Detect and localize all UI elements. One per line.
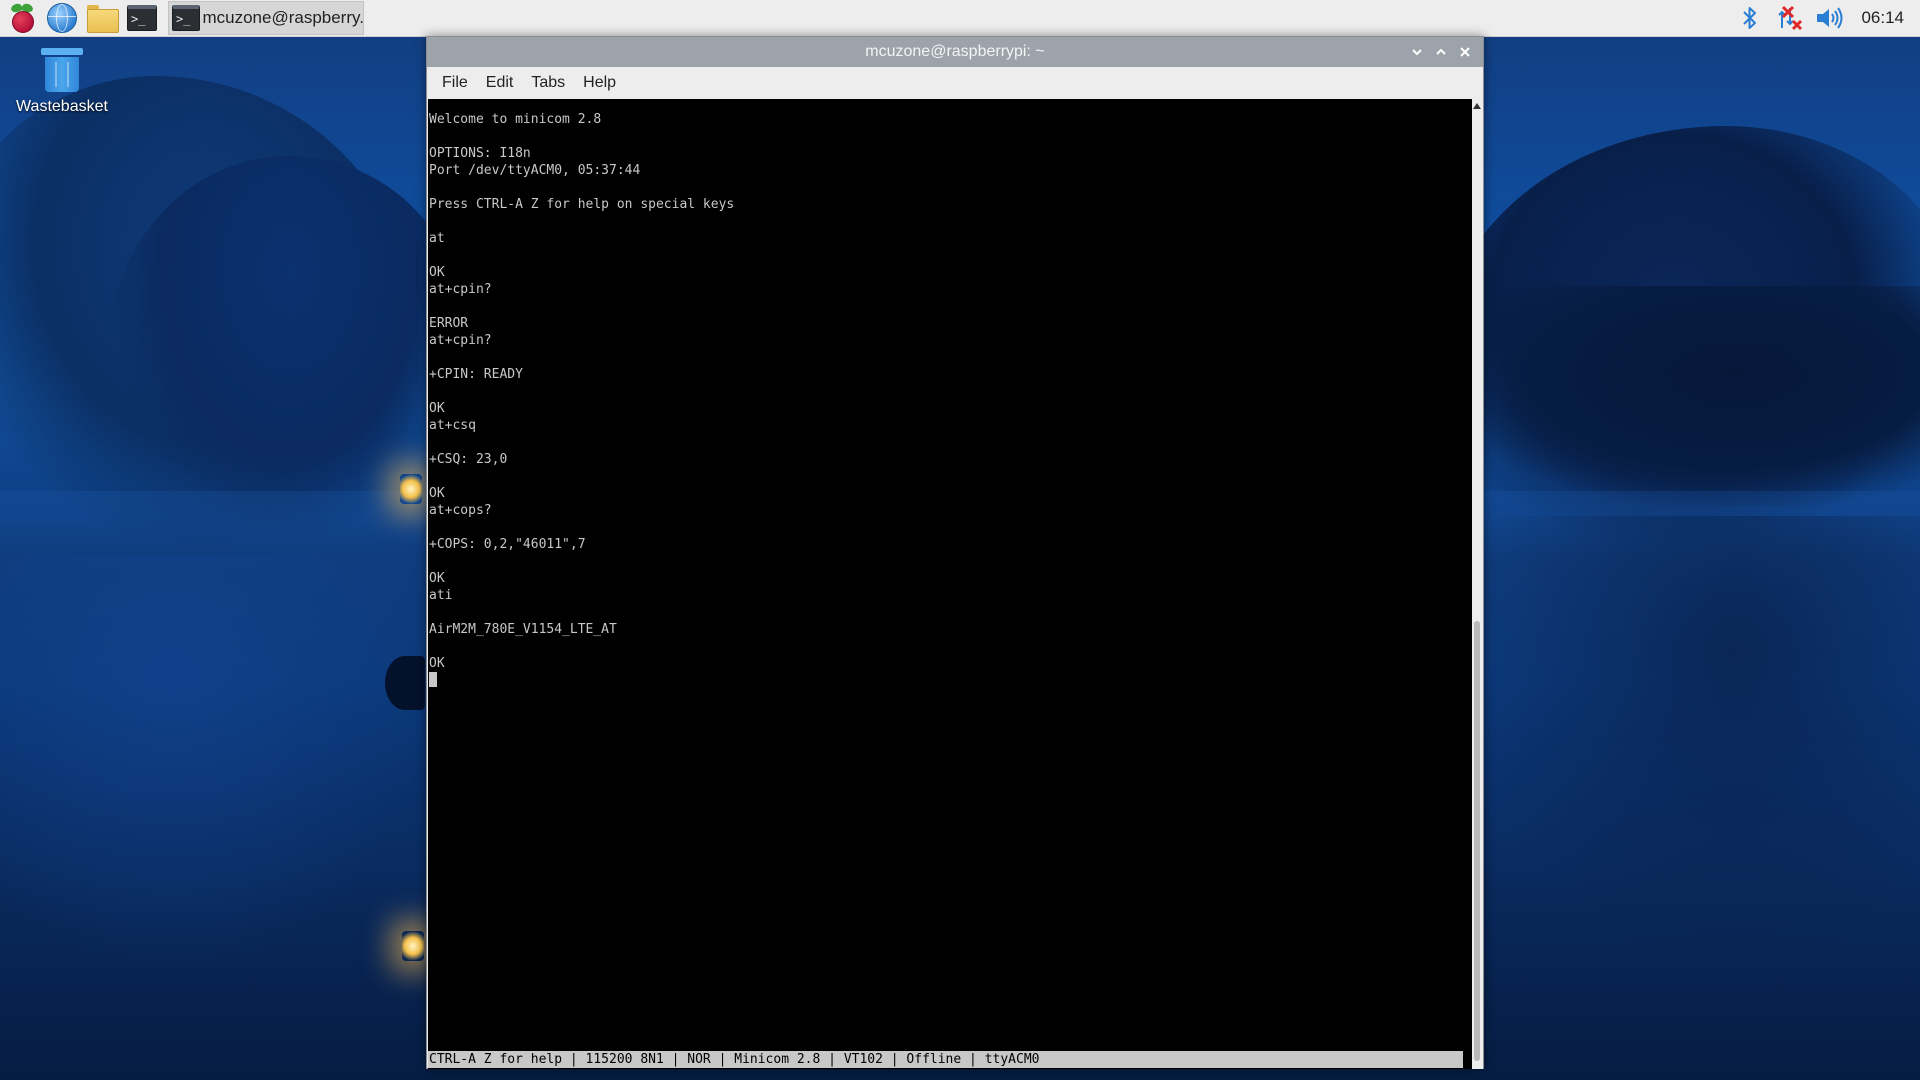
close-icon[interactable] [1453,40,1477,64]
wallpaper-lantern [400,474,422,504]
taskbar-task-label: mcuzone@raspberry... [202,8,363,27]
minicom-status-line: CTRL-A Z for help | 115200 8N1 | NOR | M… [428,1051,1463,1068]
menu-tabs[interactable]: Tabs [522,70,574,96]
terminal-line: OK [429,486,445,501]
terminal-scrollbar[interactable] [1472,99,1483,1069]
wallpaper-lantern-reflection [402,931,424,961]
terminal-line: ati [429,588,453,603]
wallpaper-boat [385,656,425,710]
taskbar: >_ >_ mcuzone@raspberry... 06:14 [0,0,1920,37]
wallpaper-reflection [0,556,430,976]
terminal-line: at+csq [429,418,476,433]
file-manager-launcher[interactable] [84,0,120,36]
scrollbar-thumb[interactable] [1474,621,1480,1061]
terminal-line: OPTIONS: I18n [429,146,531,161]
terminal-window: mcuzone@raspberrypi: ~ File Edit Tabs He… [426,36,1484,1069]
terminal-line: at+cops? [429,503,492,518]
terminal-line: ERROR [429,316,469,331]
terminal-icon: >_ [127,5,157,31]
terminal-line: at+cpin? [429,282,492,297]
terminal-line: AirM2M_780E_V1154_LTE_AT [429,622,617,637]
wallpaper-reflection [1460,516,1920,976]
terminal-line: Press CTRL-A Z for help on special keys [429,197,735,212]
terminal-line: OK [429,265,445,280]
taskbar-task-terminal[interactable]: >_ mcuzone@raspberry... [168,1,364,35]
network-disconnected-icon[interactable] [1773,0,1807,36]
menu-edit[interactable]: Edit [477,70,523,96]
minimize-icon[interactable] [1405,40,1429,64]
terminal-output: Welcome to minicom 2.8 OPTIONS: I18n Por… [429,111,734,689]
terminal-line: OK [429,401,445,416]
desktop-icon-label: Wastebasket [16,98,108,115]
terminal-line: at [429,231,445,246]
terminal-line: OK [429,571,445,586]
window-menubar: File Edit Tabs Help [427,67,1483,99]
web-browser-launcher[interactable] [44,0,80,36]
scroll-up-arrow-icon[interactable] [1473,103,1481,109]
terminal-line: +CSQ: 23,0 [429,452,508,467]
file-manager-icon [87,5,119,33]
web-browser-icon [47,3,77,33]
window-controls [1405,37,1477,67]
terminal-icon: >_ [172,5,201,31]
terminal-output-area[interactable]: Welcome to minicom 2.8 OPTIONS: I18n Por… [428,99,1472,1069]
wallpaper-treeline [1460,286,1920,506]
applications-menu-button[interactable] [4,0,40,36]
wastebasket-icon [41,48,83,92]
window-titlebar[interactable]: mcuzone@raspberrypi: ~ [427,37,1483,67]
terminal-line: OK [429,656,445,671]
terminal-line: Port /dev/ttyACM0, 05:37:44 [429,163,641,178]
terminal-line: +COPS: 0,2,"46011",7 [429,537,586,552]
bluetooth-icon[interactable] [1733,0,1767,36]
volume-icon[interactable] [1813,0,1847,36]
terminal-line: at+cpin? [429,333,492,348]
terminal-line: Welcome to minicom 2.8 [429,112,602,127]
desktop-icon-wastebasket[interactable]: Wastebasket [14,48,110,116]
maximize-icon[interactable] [1429,40,1453,64]
terminal-launcher[interactable]: >_ [124,0,160,36]
terminal-line: +CPIN: READY [429,367,523,382]
menu-file[interactable]: File [433,70,477,96]
terminal-cursor [429,672,437,687]
window-title: mcuzone@raspberrypi: ~ [865,43,1045,60]
raspberry-pi-menu-icon [9,2,35,33]
clock[interactable]: 06:14 [1861,8,1904,28]
system-tray: 06:14 [1727,0,1920,36]
menu-help[interactable]: Help [574,70,625,96]
